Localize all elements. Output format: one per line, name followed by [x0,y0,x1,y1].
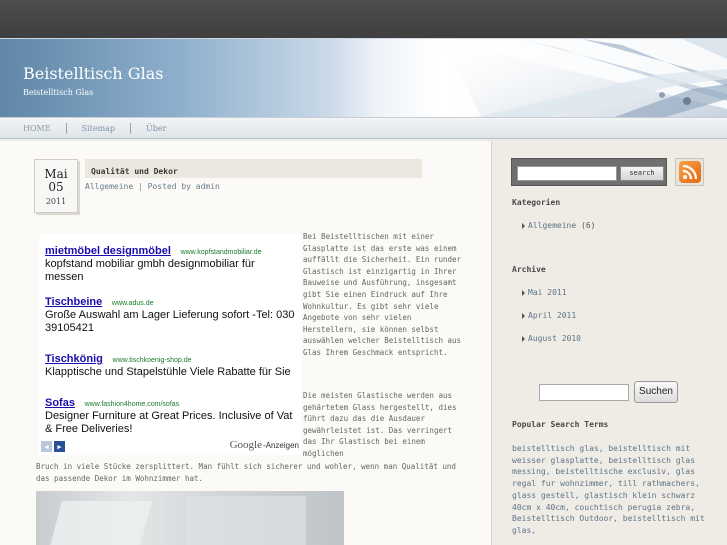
ad-url[interactable]: www.tischkoenig-shop.de [113,357,192,364]
post-date-day: 05 [48,180,64,194]
post-title-bar: Qualität und Dekor [85,159,422,178]
ad-item: Sofas www.fashion4home.com/sofas Designe… [45,391,295,436]
post-date-month: Mai [44,167,68,181]
archive-heading: Archive [512,265,546,274]
image-glass-table-shape [186,496,306,545]
ads-label: -Anzeigen [262,441,299,450]
ad-item: Tischkönig www.tischkoenig-shop.de Klapp… [45,347,295,379]
bullet-arrow-icon [522,223,525,229]
header-glass-graphic [442,39,727,117]
popular-terms-list[interactable]: beistelltisch glas, beistelltisch mit we… [512,443,712,537]
google-logo: Google [229,439,262,451]
site-title[interactable]: Beistelltisch Glas [23,64,163,83]
search-input[interactable] [517,166,617,181]
ad-url[interactable]: www.fashion4home.com/sofas [85,401,180,408]
ad-text: Designer Furniture at Great Prices. Incl… [45,410,293,435]
ad-url[interactable]: www.kopfstandmobiliar.de [181,249,262,256]
nav-about[interactable]: Über [131,123,181,134]
main-content: Mai 05 2011 Qualität und Dekor Allgemein… [0,141,492,545]
nav-sitemap[interactable]: Sitemap [67,122,132,134]
post-date-badge: Mai 05 2011 [34,159,78,213]
bullet-arrow-icon [522,313,525,319]
archive-item: April 2011 [522,311,576,320]
post-author: Posted by admin [147,182,220,191]
rss-icon [678,161,701,183]
site-header: Beistelltisch Glas Beistelltisch Glas [0,38,727,117]
archive-link[interactable]: August 2010 [528,334,581,343]
post-date-year: 2011 [45,197,67,206]
image-glass-table-shape [49,501,153,545]
post-paragraph-continued: Bruch in viele Stücke zersplittert. Man … [36,462,456,483]
ad-pager: ◀ ▶ [41,441,65,452]
ad-title-link[interactable]: Tischkönig [45,353,103,365]
post-image [36,491,344,545]
google-search-input[interactable] [539,384,629,401]
ad-prev-arrow-icon[interactable]: ◀ [41,441,52,452]
ad-text: Klapptische und Stapelstühle Viele Rabat… [45,366,291,378]
ad-url[interactable]: www.adus.de [112,300,154,307]
category-link[interactable]: Allgemeine [528,221,576,230]
post-paragraph: Die meisten Glastische werden aus gehärt… [303,391,457,458]
ad-item: Tischbeine www.adus.de Große Auswahl am … [45,290,295,335]
ad-next-arrow-icon[interactable]: ▶ [54,441,65,452]
main-nav: HOME Sitemap Über [0,117,727,139]
category-count: (6) [581,221,596,230]
rss-feed-link[interactable] [675,158,704,186]
bullet-arrow-icon [522,290,525,296]
sidebar-search-box: search [511,158,667,186]
ad-title-link[interactable]: mietmöbel designmöbel [45,245,171,257]
ad-text: kopfstand mobiliar gmbh designmobiliar f… [45,258,255,283]
ad-text: Große Auswahl am Lager Lieferung sofort … [45,309,295,334]
post-title[interactable]: Qualität und Dekor [91,167,178,176]
archive-item: August 2010 [522,334,581,343]
popular-terms-heading: Popular Search Terms [512,420,609,429]
bullet-arrow-icon [522,336,525,342]
sidebar: search Kategorien Allgemeine (6) Archive… [492,141,727,545]
post-meta-separator: | [133,182,148,191]
ad-item: mietmöbel designmöbel www.kopfstandmobil… [45,239,295,284]
suchen-button[interactable]: Suchen [634,381,678,403]
top-bar [0,0,727,38]
ad-title-link[interactable]: Sofas [45,397,75,409]
categories-heading: Kategorien [512,198,561,207]
site-subtitle: Beistelltisch Glas [23,88,94,97]
category-item: Allgemeine (6) [522,221,596,230]
google-ads-block: mietmöbel designmöbel www.kopfstandmobil… [39,234,301,455]
nav-home[interactable]: HOME [0,122,67,134]
archive-link[interactable]: April 2011 [528,311,576,320]
post-paragraph: Bei Beistelltischen mit einer Glasplatte… [303,232,462,357]
post-category-link[interactable]: Allgemeine [85,182,133,191]
archive-link[interactable]: Mai 2011 [528,288,567,297]
post-meta: Allgemeine | Posted by admin [85,182,220,191]
google-ads-label[interactable]: Google -Anzeigen [230,439,299,451]
search-button[interactable]: search [620,166,664,181]
archive-item: Mai 2011 [522,288,567,297]
ad-title-link[interactable]: Tischbeine [45,296,102,308]
